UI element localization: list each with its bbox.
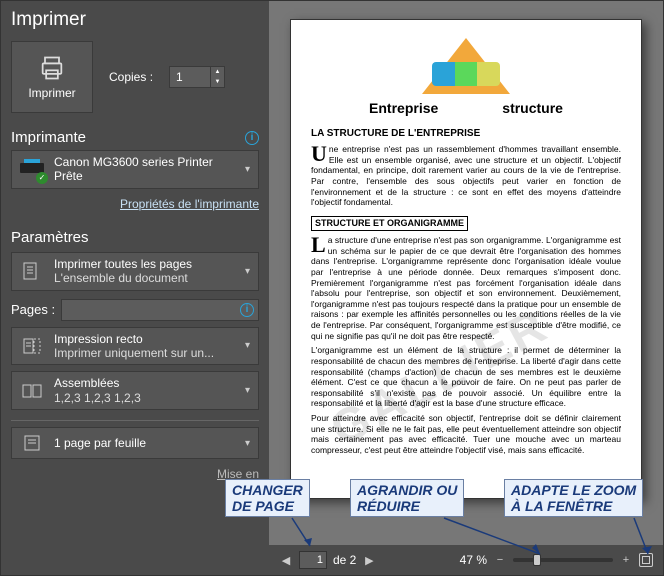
printer-properties-link[interactable]: Propriétés de l'imprimante bbox=[120, 197, 259, 211]
zoom-out-button[interactable]: − bbox=[493, 554, 507, 566]
printer-status: Prête bbox=[54, 169, 235, 183]
settings-section-title: Paramètres bbox=[11, 229, 89, 246]
sides-line1: Impression recto bbox=[54, 332, 235, 346]
next-page-button[interactable]: ▶ bbox=[362, 554, 376, 567]
printer-dropdown[interactable]: ✓ Canon MG3600 series Printer Prête ▾ bbox=[11, 150, 259, 189]
triangle-graphic bbox=[422, 38, 510, 94]
print-range-dropdown[interactable]: Imprimer toutes les pages L'ensemble du … bbox=[11, 252, 259, 291]
print-button[interactable]: Imprimer bbox=[11, 41, 93, 113]
print-button-label: Imprimer bbox=[28, 86, 75, 100]
separator bbox=[11, 420, 259, 421]
chevron-down-icon: ▾ bbox=[243, 385, 252, 396]
print-range-line1: Imprimer toutes les pages bbox=[54, 257, 235, 271]
callout-adapte: ADAPTE LE ZOOM À LA FENÊTRE bbox=[504, 479, 643, 517]
panel-title: Imprimer bbox=[11, 9, 259, 31]
pages-label: Pages : bbox=[11, 302, 55, 317]
page-of-label: de 2 bbox=[333, 553, 356, 567]
collate-dropdown[interactable]: Assemblées 1,2,3 1,2,3 1,2,3 ▾ bbox=[11, 371, 259, 410]
collate-line2: 1,2,3 1,2,3 1,2,3 bbox=[54, 391, 235, 405]
sides-dropdown[interactable]: Impression recto Imprimer uniquement sur… bbox=[11, 327, 259, 366]
copies-value: 1 bbox=[176, 70, 183, 84]
preview-toolbar: ◀ 1 de 2 ▶ 47 % − + bbox=[269, 545, 663, 575]
printer-section-title: Imprimante bbox=[11, 129, 86, 146]
doc-heading-right: structure bbox=[502, 100, 563, 118]
zoom-value-label: 47 % bbox=[460, 553, 487, 567]
pages-input[interactable]: i bbox=[61, 299, 259, 321]
zoom-in-button[interactable]: + bbox=[619, 554, 633, 566]
page-number-input[interactable]: 1 bbox=[299, 551, 327, 569]
info-icon[interactable]: i bbox=[240, 303, 254, 317]
status-ready-icon: ✓ bbox=[36, 172, 48, 184]
callout-agrandir: AGRANDIR OU RÉDUIRE bbox=[350, 479, 464, 517]
printer-name: Canon MG3600 series Printer bbox=[54, 155, 235, 169]
copies-stepper[interactable]: 1 ▲▼ bbox=[169, 66, 225, 88]
chevron-down-icon: ▾ bbox=[243, 164, 252, 175]
pages-icon bbox=[18, 260, 46, 282]
doc-heading-left: Entreprise bbox=[369, 100, 438, 118]
zoom-fit-button[interactable] bbox=[639, 553, 653, 567]
info-icon[interactable]: i bbox=[245, 131, 259, 145]
pages-per-sheet-dropdown[interactable]: 1 page par feuille ▾ bbox=[11, 427, 259, 459]
recto-icon bbox=[18, 335, 46, 357]
collate-icon bbox=[18, 380, 46, 402]
copies-label: Copies : bbox=[109, 70, 153, 84]
callout-change-page: CHANGER DE PAGE bbox=[225, 479, 310, 517]
doc-box-heading: STRUCTURE ET ORGANIGRAMME bbox=[311, 216, 468, 231]
pages-per-sheet-line1: 1 page par feuille bbox=[54, 436, 235, 450]
chevron-down-icon: ▾ bbox=[243, 438, 252, 449]
sides-line2: Imprimer uniquement sur un... bbox=[54, 346, 235, 360]
doc-subheading: LA STRUCTURE DE L'ENTREPRISE bbox=[311, 128, 621, 141]
page-preview: Entreprise structure LA STRUCTURE DE L'E… bbox=[290, 19, 642, 499]
prev-page-button[interactable]: ◀ bbox=[279, 554, 293, 567]
page-setup-link[interactable]: Mise en bbox=[11, 467, 259, 481]
printer-icon bbox=[38, 54, 66, 82]
chevron-down-icon: ▾ bbox=[243, 266, 252, 277]
chevron-down-icon: ▾ bbox=[243, 340, 252, 351]
sheet-icon bbox=[18, 432, 46, 454]
zoom-slider[interactable] bbox=[513, 558, 613, 562]
print-range-line2: L'ensemble du document bbox=[54, 271, 235, 285]
collate-line1: Assemblées bbox=[54, 376, 235, 390]
